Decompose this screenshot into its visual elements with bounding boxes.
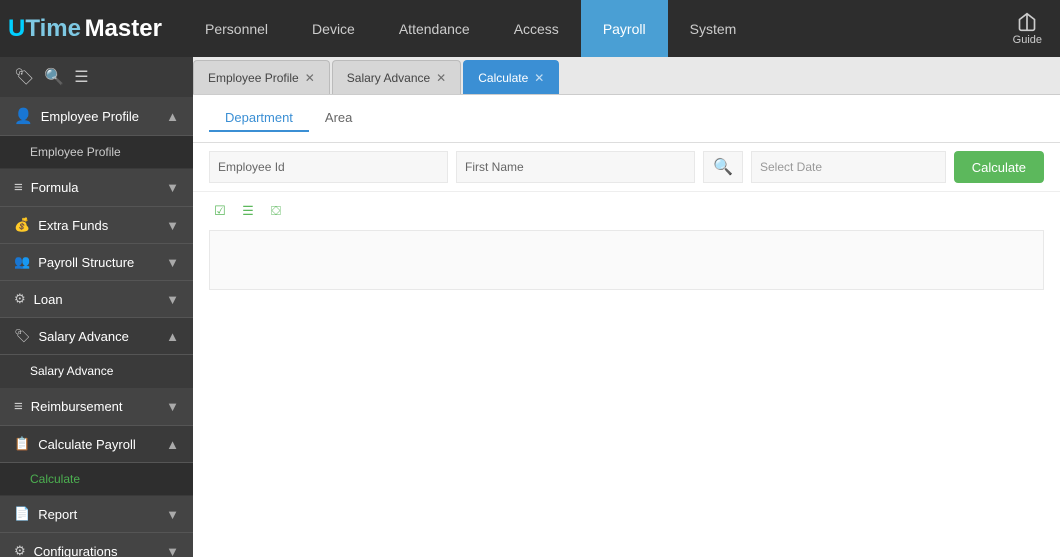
tab-calculate-close[interactable]: ✕ — [534, 72, 544, 84]
extra-funds-label: Extra Funds — [38, 218, 108, 233]
employee-id-label: Employee Id — [218, 160, 285, 174]
sidebar-toolbar: 🏷 🔍 ☰ — [0, 57, 193, 97]
chevron-down-icon-extra: ▼ — [166, 218, 179, 233]
sidebar-section-payroll-structure[interactable]: 👥 Payroll Structure ▼ — [0, 244, 193, 281]
main-layout: 🏷 🔍 ☰ 👤 Employee Profile ▲ Employee Prof… — [0, 57, 1060, 557]
chevron-up-icon-calculate: ▲ — [166, 437, 179, 452]
search-icon[interactable]: 🔍 — [44, 67, 64, 87]
search-col[interactable]: 🔍 — [703, 151, 743, 183]
select-date-col[interactable]: Select Date — [751, 151, 946, 183]
guide-label: Guide — [1013, 34, 1042, 46]
search-magnify-icon[interactable]: 🔍 — [713, 157, 733, 177]
sidebar-section-loan[interactable]: ⚙ Loan ▼ — [0, 281, 193, 318]
extra-funds-icon: 💰 — [14, 217, 30, 233]
sidebar-section-formula[interactable]: ≡ Formula ▼ — [0, 169, 193, 207]
sidebar-section-calculate-payroll[interactable]: 📋 Calculate Payroll ▲ — [0, 426, 193, 463]
first-name-label: First Name — [465, 160, 524, 174]
content-area: Employee Profile ✕ Salary Advance ✕ Calc… — [193, 57, 1060, 557]
loan-label: Loan — [34, 292, 63, 307]
first-name-col: First Name — [456, 151, 695, 183]
calculate-button[interactable]: Calculate — [954, 151, 1044, 183]
chevron-up-icon-salary: ▲ — [166, 329, 179, 344]
logo: U Time Master — [8, 15, 163, 43]
sidebar-section-report[interactable]: 📄 Report ▼ — [0, 496, 193, 533]
payroll-structure-label: Payroll Structure — [38, 255, 134, 270]
salary-advance-label: Salary Advance — [39, 329, 129, 344]
sidebar-section-reimbursement[interactable]: ≡ Reimbursement ▼ — [0, 388, 193, 426]
report-icon: 📄 — [14, 506, 30, 522]
nav-system[interactable]: System — [668, 0, 759, 57]
filter-tab-area[interactable]: Area — [309, 105, 368, 132]
employee-id-col: Employee Id — [209, 151, 448, 183]
sidebar-item-salary-advance[interactable]: Salary Advance — [0, 355, 193, 388]
tab-salary-advance-label: Salary Advance — [347, 71, 430, 85]
configurations-icon: ⚙ — [14, 543, 26, 557]
nav-attendance[interactable]: Attendance — [377, 0, 492, 57]
tab-salary-advance-close[interactable]: ✕ — [436, 72, 446, 84]
top-nav: U Time Master Personnel Device Attendanc… — [0, 0, 1060, 57]
tabs-bar: Employee Profile ✕ Salary Advance ✕ Calc… — [193, 57, 1060, 95]
nav-guide[interactable]: Guide — [1003, 12, 1052, 46]
logo-u: U — [8, 15, 25, 43]
empty-table — [209, 230, 1044, 290]
report-label: Report — [38, 507, 77, 522]
filter-tab-department[interactable]: Department — [209, 105, 309, 132]
select-date-label: Select Date — [760, 160, 822, 174]
employee-profile-icon: 👤 — [14, 107, 33, 125]
tab-calculate[interactable]: Calculate ✕ — [463, 60, 559, 94]
payroll-structure-icon: 👥 — [14, 254, 30, 270]
chevron-up-icon: ▲ — [166, 109, 179, 124]
formula-icon: ≡ — [14, 179, 23, 196]
calculate-payroll-icon: 📋 — [14, 436, 30, 452]
sidebar-item-employee-profile[interactable]: Employee Profile — [0, 136, 193, 169]
chevron-down-icon-config: ▼ — [166, 544, 179, 557]
tab-employee-profile-close[interactable]: ✕ — [305, 72, 315, 84]
chevron-down-icon-loan: ▼ — [166, 292, 179, 307]
data-area: ☑ ☰ ⛋ — [193, 192, 1060, 557]
formula-label: Formula — [31, 180, 79, 195]
logo-time: Time — [25, 15, 81, 43]
chevron-down-icon-payroll: ▼ — [166, 255, 179, 270]
reimbursement-label: Reimbursement — [31, 399, 123, 414]
nav-device[interactable]: Device — [290, 0, 377, 57]
configurations-label: Configurations — [34, 544, 118, 557]
logo-master: Master — [85, 15, 162, 43]
table-header: Employee Id First Name 🔍 Select Date Cal… — [193, 143, 1060, 192]
tab-salary-advance[interactable]: Salary Advance ✕ — [332, 60, 461, 94]
sidebar-section-salary-advance[interactable]: 🏷 Salary Advance ▲ — [0, 318, 193, 355]
list-view-icon[interactable]: ☰ — [237, 200, 259, 222]
sidebar: 🏷 🔍 ☰ 👤 Employee Profile ▲ Employee Prof… — [0, 57, 193, 557]
menu-icon[interactable]: ☰ — [74, 67, 88, 87]
sidebar-section-extra-funds[interactable]: 💰 Extra Funds ▼ — [0, 207, 193, 244]
tree-view-icon[interactable]: ⛋ — [265, 200, 287, 222]
tab-calculate-label: Calculate — [478, 71, 528, 85]
filter-tabs: Department Area — [209, 105, 368, 132]
tab-employee-profile[interactable]: Employee Profile ✕ — [193, 60, 330, 94]
employee-profile-label: Employee Profile — [41, 109, 139, 124]
nav-payroll[interactable]: Payroll — [581, 0, 668, 57]
salary-advance-icon: 🏷 — [14, 328, 31, 344]
chevron-down-icon-reimburse: ▼ — [166, 399, 179, 414]
nav-items: Personnel Device Attendance Access Payro… — [183, 0, 1003, 57]
sidebar-item-calculate[interactable]: Calculate — [0, 463, 193, 496]
reimbursement-icon: ≡ — [14, 398, 23, 415]
loan-icon: ⚙ — [14, 291, 26, 307]
tag-icon[interactable]: 🏷 — [14, 67, 34, 87]
calculate-payroll-label: Calculate Payroll — [38, 437, 136, 452]
data-icons: ☑ ☰ ⛋ — [209, 200, 1044, 222]
sidebar-section-configurations[interactable]: ⚙ Configurations ▼ — [0, 533, 193, 557]
chevron-down-icon-report: ▼ — [166, 507, 179, 522]
nav-personnel[interactable]: Personnel — [183, 0, 290, 57]
check-icon[interactable]: ☑ — [209, 200, 231, 222]
nav-access[interactable]: Access — [492, 0, 581, 57]
sidebar-section-employee-profile[interactable]: 👤 Employee Profile ▲ — [0, 97, 193, 136]
filter-bar: Department Area — [193, 95, 1060, 143]
chevron-down-icon-formula: ▼ — [166, 180, 179, 195]
tab-employee-profile-label: Employee Profile — [208, 71, 299, 85]
